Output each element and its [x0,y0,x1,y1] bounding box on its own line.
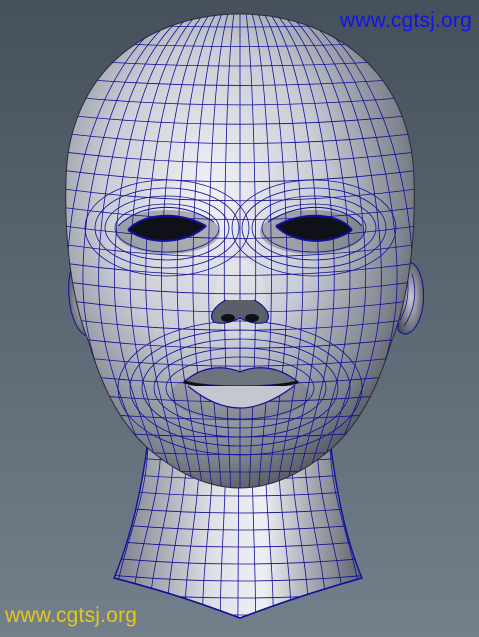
head [65,13,415,489]
viewport[interactable]: www.cgtsj.org www.cgtsj.org [0,0,479,637]
head-model[interactable] [0,0,479,637]
watermark-bottom: www.cgtsj.org [5,604,138,627]
watermark-top: www.cgtsj.org [339,9,472,32]
